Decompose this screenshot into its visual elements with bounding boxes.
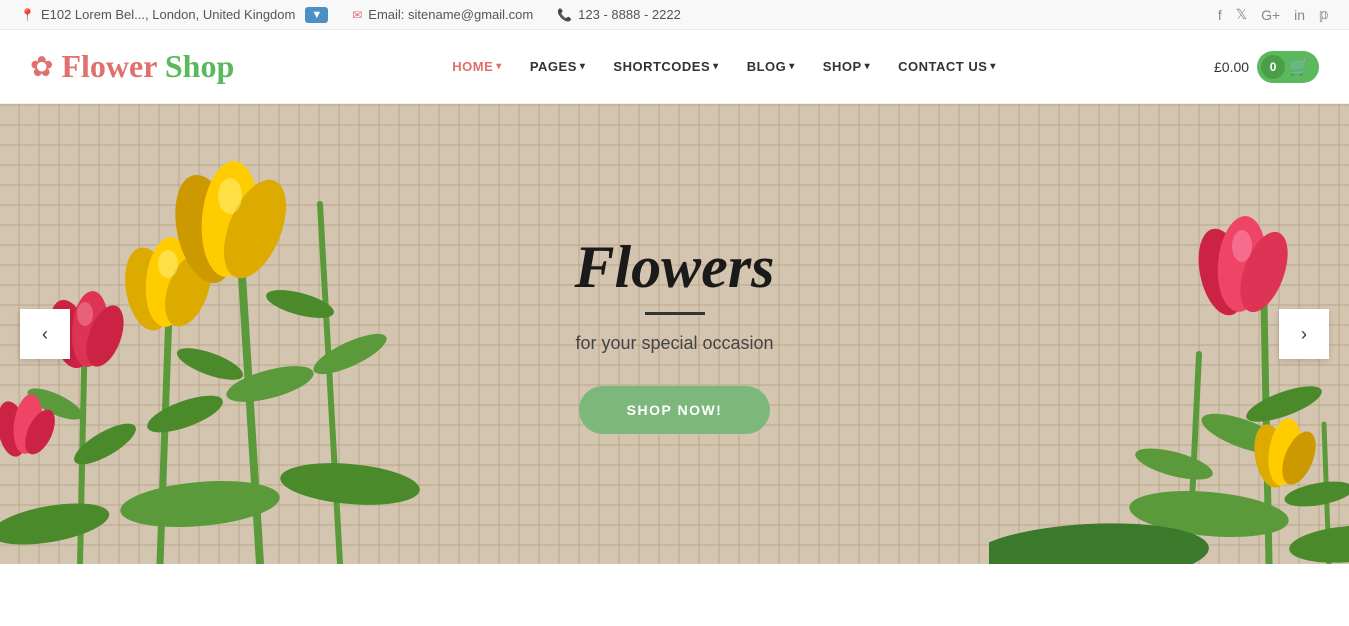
nav-shortcodes[interactable]: SHORTCODES ▾	[601, 51, 730, 82]
hero-subtitle: for your special occasion	[574, 333, 774, 354]
slider-prev-button[interactable]: ‹	[20, 309, 70, 359]
hero-title: Flowers	[574, 234, 774, 300]
cart-area: £0.00 0 🛒	[1214, 51, 1319, 83]
logo-flower-word: Flower	[61, 48, 164, 84]
email-text: Email: sitename@gmail.com	[368, 7, 533, 22]
slider-next-button[interactable]: ›	[1279, 309, 1329, 359]
chevron-down-icon: ▾	[713, 61, 719, 72]
logo-shop-word: Shop	[165, 48, 234, 84]
chevron-down-icon: ▾	[496, 61, 502, 72]
address-item: 📍 E102 Lorem Bel..., London, United King…	[20, 7, 328, 23]
cart-icon: 🛒	[1289, 57, 1309, 77]
pinterest-icon[interactable]: 𝕡	[1319, 6, 1329, 23]
location-icon: 📍	[20, 8, 35, 22]
logo[interactable]: ✿ Flower Shop	[30, 48, 234, 85]
googleplus-icon[interactable]: G+	[1261, 7, 1280, 23]
shop-now-button[interactable]: SHOP NOW!	[579, 386, 771, 434]
nav-home[interactable]: HOME ▾	[440, 51, 514, 82]
logo-text: Flower Shop	[61, 48, 234, 85]
nav-shop[interactable]: SHOP ▾	[811, 51, 882, 82]
dropdown-indicator[interactable]: ▼	[305, 7, 328, 23]
chevron-right-icon: ›	[1301, 324, 1307, 345]
hero-divider	[644, 312, 704, 315]
logo-flower-icon: ✿	[30, 50, 53, 83]
header: ✿ Flower Shop HOME ▾ PAGES ▾ SHORTCODES …	[0, 30, 1349, 104]
top-bar-left: 📍 E102 Lorem Bel..., London, United King…	[20, 7, 681, 23]
nav-pages[interactable]: PAGES ▾	[518, 51, 598, 82]
phone-item: 📞 123 - 8888 - 2222	[557, 7, 681, 22]
nav-contact[interactable]: CONTACT US ▾	[886, 51, 1008, 82]
nav-blog[interactable]: BLOG ▾	[735, 51, 807, 82]
social-links: f 𝕏 G+ in 𝕡	[1218, 6, 1329, 23]
cart-price: £0.00	[1214, 59, 1249, 75]
chevron-down-icon: ▾	[580, 61, 586, 72]
phone-text: 123 - 8888 - 2222	[578, 7, 681, 22]
chevron-down-icon: ▾	[865, 61, 871, 72]
email-icon: ✉	[352, 8, 362, 22]
hero-content: Flowers for your special occasion SHOP N…	[574, 234, 774, 434]
chevron-down-icon: ▾	[789, 61, 795, 72]
linkedin-icon[interactable]: in	[1294, 7, 1305, 23]
email-item: ✉ Email: sitename@gmail.com	[352, 7, 533, 22]
cart-count: 0	[1261, 55, 1285, 79]
cart-button[interactable]: 0 🛒	[1257, 51, 1319, 83]
top-bar: 📍 E102 Lorem Bel..., London, United King…	[0, 0, 1349, 30]
twitter-icon[interactable]: 𝕏	[1236, 6, 1247, 23]
address-text: E102 Lorem Bel..., London, United Kingdo…	[41, 7, 295, 22]
phone-icon: 📞	[557, 8, 572, 22]
hero-slider: Flowers for your special occasion SHOP N…	[0, 104, 1349, 564]
main-nav: HOME ▾ PAGES ▾ SHORTCODES ▾ BLOG ▾ SHOP …	[440, 51, 1008, 82]
facebook-icon[interactable]: f	[1218, 7, 1222, 23]
chevron-down-icon: ▾	[990, 61, 996, 72]
chevron-left-icon: ‹	[42, 324, 48, 345]
